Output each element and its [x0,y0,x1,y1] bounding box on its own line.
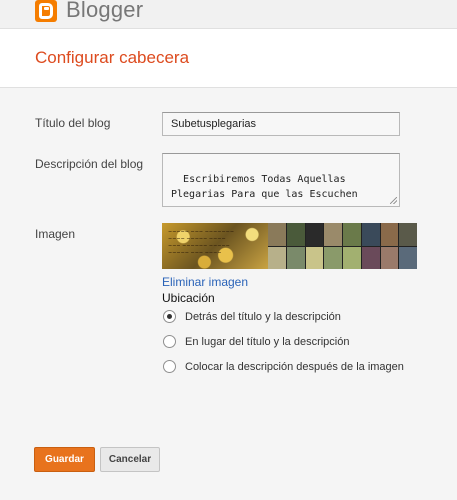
image-label: Imagen [35,227,76,241]
collage-tile [286,223,305,246]
dialog-title: Configurar cabecera [35,48,190,67]
header-image-left: ~~~~~ ~~~ ~~~~~~~ ~~~~ ~~~~~ ~~~~ ~~~ ~~~~… [162,223,268,269]
resize-grip-icon[interactable] [390,197,397,204]
cancel-button[interactable]: Cancelar [100,447,160,472]
radio-icon[interactable] [163,360,176,373]
collage-tile [361,246,380,269]
location-option-instead[interactable]: En lugar del título y la descripción [163,335,349,348]
blog-description-textarea[interactable]: Escribiremos Todas Aquellas Plegarias Pa… [162,153,400,207]
location-option-label: Detrás del título y la descripción [185,310,341,323]
blog-title-input[interactable]: Subetusplegarias [162,112,400,136]
blog-description-text: Escribiremos Todas Aquellas Plegarias Pa… [171,174,358,200]
collage-tile [324,246,342,269]
collage-tile [343,246,361,269]
collage-tile [399,223,417,246]
collage-tile [286,246,305,269]
blog-title-label: Título del blog [35,116,111,130]
header-image-collage [268,223,417,269]
top-bar: Blogger [0,0,457,28]
blogger-logo-icon[interactable] [35,0,57,22]
collage-tile [305,223,324,246]
header-image-decoration: ~~~~~ ~~~ ~~~~~~~ ~~~~ ~~~~~ ~~~~ ~~~ ~~~~… [168,229,235,256]
collage-tile [380,223,399,246]
radio-selected-icon[interactable] [163,310,176,323]
radio-icon[interactable] [163,335,176,348]
collage-tile [343,223,361,246]
blog-description-label: Descripción del blog [35,157,144,171]
location-option-label: Colocar la descripción después de la ima… [185,360,404,373]
location-option-label: En lugar del título y la descripción [185,335,350,348]
collage-tile [305,246,324,269]
collage-tile [380,246,399,269]
location-option-after[interactable]: Colocar la descripción después de la ima… [163,360,404,373]
collage-tile [399,246,417,269]
location-option-behind[interactable]: Detrás del título y la descripción [163,310,341,323]
save-button[interactable]: Guardar [34,447,95,472]
header-image-preview: ~~~~~ ~~~ ~~~~~~~ ~~~~ ~~~~~ ~~~~ ~~~ ~~~~… [162,223,417,269]
app-brand[interactable]: Blogger [66,0,143,23]
collage-tile [268,223,286,246]
location-label: Ubicación [162,291,215,305]
collage-tile [268,246,286,269]
collage-tile [324,223,342,246]
collage-tile [361,223,380,246]
remove-image-link[interactable]: Eliminar imagen [162,275,248,289]
